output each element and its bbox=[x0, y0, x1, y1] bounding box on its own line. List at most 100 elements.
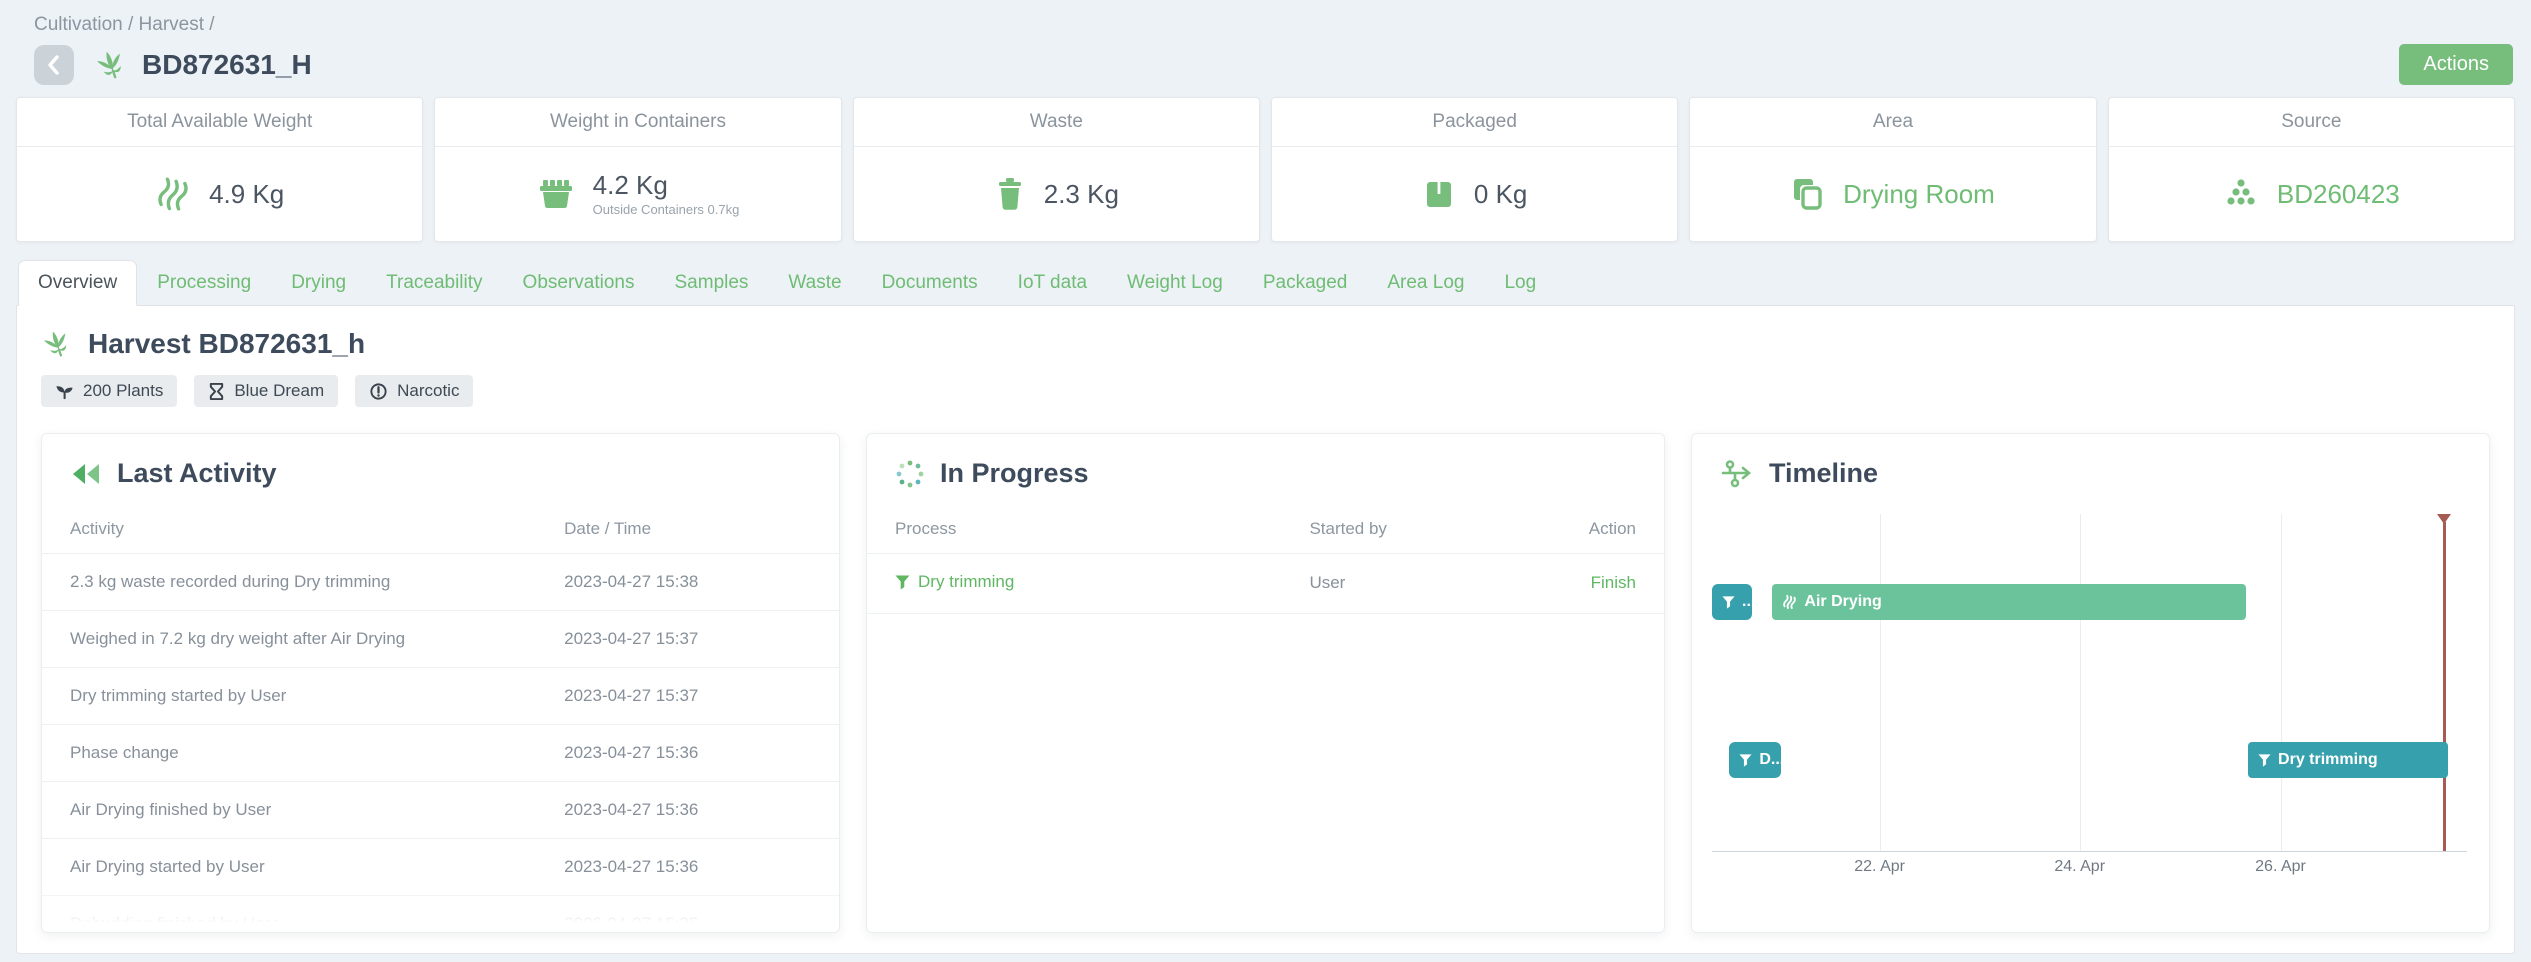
current-time-marker bbox=[2443, 522, 2446, 851]
process-link[interactable]: Dry trimming bbox=[895, 572, 1014, 592]
stat-card-containers: Weight in Containers 4.2 Kg Outside Cont… bbox=[434, 97, 841, 242]
badge-label: Narcotic bbox=[397, 381, 459, 401]
activity-row[interactable]: Air Drying started by User 2023-04-27 15… bbox=[42, 839, 839, 896]
back-button[interactable] bbox=[34, 45, 74, 85]
finish-action-link[interactable]: Finish bbox=[1591, 573, 1636, 592]
tab-weight-log[interactable]: Weight Log bbox=[1107, 260, 1243, 306]
activity-row[interactable]: Debudding finished by User 2023-04-27 15… bbox=[42, 896, 839, 934]
stat-value: 4.2 Kg bbox=[593, 171, 740, 200]
spinner-icon bbox=[895, 459, 925, 489]
stats-row: Total Available Weight 4.9 Kg Weight in … bbox=[16, 97, 2515, 242]
activity-row[interactable]: Phase change 2023-04-27 15:36 bbox=[42, 725, 839, 782]
badges-row: 200 Plants Blue Dream Narcotic bbox=[41, 375, 2490, 407]
overview-tab-panel: Harvest BD872631_h 200 Plants Blue Dream bbox=[16, 306, 2515, 954]
stat-label: Packaged bbox=[1272, 98, 1677, 147]
gridline bbox=[1880, 514, 1881, 851]
area-icon bbox=[1791, 176, 1825, 212]
panel-title: Timeline bbox=[1769, 458, 1878, 489]
package-icon bbox=[1422, 177, 1456, 211]
harvest-title: Harvest BD872631_h bbox=[88, 328, 365, 360]
timeline-panel: Timeline 22. Apr 24. Apr 26. Apr ... bbox=[1691, 433, 2490, 933]
tab-overview[interactable]: Overview bbox=[18, 260, 137, 306]
activity-text: 2.3 kg waste recorded during Dry trimmin… bbox=[42, 554, 536, 611]
last-activity-panel: Last Activity Activity Date / Time 2.3 k… bbox=[41, 433, 840, 933]
tab-area-log[interactable]: Area Log bbox=[1367, 260, 1484, 306]
stat-label: Weight in Containers bbox=[435, 98, 840, 147]
timeline-bar-air-drying[interactable]: Air Drying bbox=[1772, 584, 2245, 620]
funnel-icon bbox=[1739, 754, 1752, 767]
timeline-bar-dry-trimming[interactable]: Dry trimming bbox=[2248, 742, 2448, 778]
timeline-bar-collapsed[interactable]: ... bbox=[1712, 584, 1752, 620]
axis-label: 24. Apr bbox=[2054, 858, 2105, 876]
activity-datetime: 2023-04-27 15:37 bbox=[536, 611, 839, 668]
source-icon bbox=[2223, 177, 2259, 211]
stat-value: 4.9 Kg bbox=[209, 180, 284, 209]
stat-label: Area bbox=[1690, 98, 2095, 147]
panel-title: In Progress bbox=[940, 458, 1089, 489]
waves-icon bbox=[1782, 594, 1797, 610]
tab-packaged[interactable]: Packaged bbox=[1243, 260, 1368, 306]
stat-card-packaged: Packaged 0 Kg bbox=[1271, 97, 1678, 242]
activity-datetime: 2023-04-27 15:37 bbox=[536, 668, 839, 725]
stat-card-waste: Waste 2.3 Kg bbox=[853, 97, 1260, 242]
stat-value[interactable]: BD260423 bbox=[2277, 180, 2400, 209]
timeline-branch-icon bbox=[1720, 459, 1754, 489]
activity-text: Air Drying started by User bbox=[42, 839, 536, 896]
column-header-datetime: Date / Time bbox=[536, 505, 839, 554]
stat-card-area: Area Drying Room bbox=[1689, 97, 2096, 242]
axis-label: 26. Apr bbox=[2255, 858, 2306, 876]
process-label: Dry trimming bbox=[918, 572, 1014, 592]
rewind-icon bbox=[70, 461, 102, 487]
harvest-leaf-icon bbox=[94, 49, 128, 81]
plants-count-badge[interactable]: 200 Plants bbox=[41, 375, 177, 407]
bar-label: D... bbox=[1759, 751, 1781, 769]
container-icon bbox=[537, 177, 575, 211]
stat-card-total-weight: Total Available Weight 4.9 Kg bbox=[16, 97, 423, 242]
stat-label: Waste bbox=[854, 98, 1259, 147]
breadcrumb[interactable]: Cultivation / Harvest / bbox=[34, 14, 2513, 36]
tab-samples[interactable]: Samples bbox=[655, 260, 769, 306]
stat-value[interactable]: Drying Room bbox=[1843, 180, 1995, 209]
weight-waves-icon bbox=[155, 176, 191, 212]
harvest-leaf-icon bbox=[41, 329, 73, 359]
gridline bbox=[2281, 514, 2282, 851]
stat-card-source: Source BD260423 bbox=[2108, 97, 2515, 242]
tab-observations[interactable]: Observations bbox=[503, 260, 655, 306]
activity-datetime: 2023-04-27 15:35 bbox=[536, 896, 839, 934]
column-header-started-by: Started by bbox=[1281, 505, 1528, 554]
tab-drying[interactable]: Drying bbox=[271, 260, 366, 306]
strain-icon bbox=[208, 382, 225, 401]
activity-datetime: 2023-04-27 15:36 bbox=[536, 725, 839, 782]
tab-processing[interactable]: Processing bbox=[137, 260, 271, 306]
tab-documents[interactable]: Documents bbox=[862, 260, 998, 306]
tab-bar: Overview Processing Drying Traceability … bbox=[16, 260, 2515, 306]
axis-label: 22. Apr bbox=[1854, 858, 1905, 876]
activity-row[interactable]: Weighed in 7.2 kg dry weight after Air D… bbox=[42, 611, 839, 668]
activity-row[interactable]: Air Drying finished by User 2023-04-27 1… bbox=[42, 782, 839, 839]
tab-waste[interactable]: Waste bbox=[768, 260, 861, 306]
stat-value: 0 Kg bbox=[1474, 180, 1528, 209]
narcotic-badge[interactable]: Narcotic bbox=[355, 375, 473, 407]
activity-row[interactable]: 2.3 kg waste recorded during Dry trimmin… bbox=[42, 554, 839, 611]
trash-icon bbox=[994, 176, 1026, 212]
tab-traceability[interactable]: Traceability bbox=[366, 260, 502, 306]
tab-log[interactable]: Log bbox=[1484, 260, 1556, 306]
activity-row[interactable]: Dry trimming started by User 2023-04-27 … bbox=[42, 668, 839, 725]
page-header: Cultivation / Harvest / BD872631_H Actio… bbox=[0, 0, 2531, 85]
column-header-activity: Activity bbox=[42, 505, 536, 554]
activity-datetime: 2023-04-27 15:36 bbox=[536, 782, 839, 839]
timeline-bar-debudding-collapsed[interactable]: D... bbox=[1729, 742, 1781, 778]
activity-text: Debudding finished by User bbox=[42, 896, 536, 934]
stat-label: Source bbox=[2109, 98, 2514, 147]
actions-button[interactable]: Actions bbox=[2399, 44, 2513, 85]
gridline bbox=[2080, 514, 2081, 851]
tab-iot-data[interactable]: IoT data bbox=[998, 260, 1107, 306]
strain-badge[interactable]: Blue Dream bbox=[194, 375, 338, 407]
activity-text: Air Drying finished by User bbox=[42, 782, 536, 839]
funnel-icon bbox=[895, 575, 910, 590]
plant-icon bbox=[55, 382, 74, 401]
activity-text: Weighed in 7.2 kg dry weight after Air D… bbox=[42, 611, 536, 668]
badge-label: 200 Plants bbox=[83, 381, 163, 401]
funnel-icon bbox=[1722, 596, 1735, 609]
activity-datetime: 2023-04-27 15:36 bbox=[536, 839, 839, 896]
